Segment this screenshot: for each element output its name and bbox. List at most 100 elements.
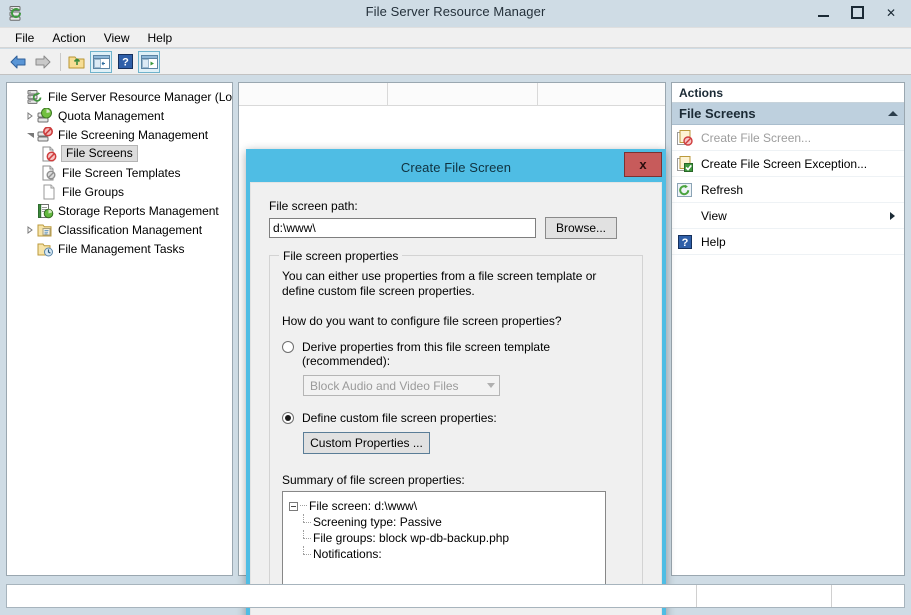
- tree-item-label: File Management Tasks: [58, 242, 185, 256]
- radio-derive-label: Derive properties from this file screen …: [302, 340, 630, 368]
- summary-child-label: Screening type: Passive: [313, 515, 442, 529]
- action-label: Create File Screen...: [701, 131, 811, 145]
- window-title: File Server Resource Manager: [0, 4, 911, 19]
- action-create-file-screen-exception[interactable]: Create File Screen Exception...: [672, 151, 904, 177]
- radio-derive-from-template[interactable]: [282, 341, 294, 353]
- menu-view[interactable]: View: [95, 29, 139, 47]
- expander-collapsed-icon[interactable]: [23, 106, 37, 125]
- chevron-down-icon: [487, 383, 495, 388]
- window-controls: ✕: [806, 1, 908, 24]
- action-help[interactable]: ? Help: [672, 229, 904, 255]
- file-screen-path-row: Browse...: [269, 217, 643, 239]
- file-screen-path-input[interactable]: [269, 218, 536, 238]
- dialog-title: Create File Screen: [401, 160, 511, 175]
- menu-help[interactable]: Help: [139, 29, 182, 47]
- summary-child-row: Notifications:: [289, 546, 605, 562]
- actions-group-file-screens[interactable]: File Screens: [672, 103, 904, 125]
- menubar: File Action View Help: [0, 27, 911, 48]
- help-icon[interactable]: ?: [114, 51, 136, 73]
- status-bar: [6, 584, 905, 608]
- tree-item-file-management-tasks[interactable]: File Management Tasks: [7, 239, 232, 258]
- minimize-button[interactable]: [806, 1, 840, 24]
- tree-item-quota-management[interactable]: Quota Management: [7, 106, 232, 125]
- groupbox-question: How do you want to configure file screen…: [282, 314, 630, 328]
- tree-item-file-screens[interactable]: File Screens: [7, 144, 232, 163]
- up-one-level-icon[interactable]: [66, 51, 88, 73]
- menu-file[interactable]: File: [6, 29, 43, 47]
- list-column-header-3[interactable]: [538, 83, 665, 105]
- storage-reports-icon: [37, 203, 54, 219]
- collapse-arrow-icon[interactable]: [888, 111, 898, 116]
- menu-action[interactable]: Action: [43, 29, 94, 47]
- browse-button[interactable]: Browse...: [545, 217, 617, 239]
- expander-collapsed-icon[interactable]: [23, 220, 37, 239]
- dialog-titlebar: Create File Screen x: [250, 153, 662, 182]
- file-screen-path-label: File screen path:: [269, 199, 643, 213]
- action-create-file-screen[interactable]: Create File Screen...: [672, 125, 904, 151]
- list-column-header[interactable]: [239, 83, 388, 105]
- file-server-resource-manager-window: File Server Resource Manager ✕ File Acti…: [0, 0, 911, 615]
- action-label: Refresh: [701, 183, 743, 197]
- show-hide-console-tree-icon[interactable]: [90, 51, 112, 73]
- summary-label: Summary of file screen properties:: [282, 473, 630, 487]
- summary-expander-icon[interactable]: [289, 502, 298, 511]
- summary-connector: [301, 514, 313, 530]
- file-screening-management-icon: [37, 127, 54, 143]
- radio-custom-label: Define custom file screen properties:: [302, 411, 497, 425]
- toolbar: ?: [0, 49, 911, 75]
- actions-pane: Actions File Screens Create File Screen.…: [671, 82, 905, 576]
- tree-item-storage-reports-management[interactable]: Storage Reports Management: [7, 201, 232, 220]
- expander-none: [13, 87, 27, 106]
- action-label: Help: [701, 235, 726, 249]
- status-segment-tertiary: [832, 585, 904, 607]
- forward-icon[interactable]: [31, 51, 53, 73]
- tree-item-file-screening-management[interactable]: File Screening Management: [7, 125, 232, 144]
- custom-properties-button[interactable]: Custom Properties ...: [303, 432, 430, 454]
- tree-item-label: File Screens: [61, 145, 138, 162]
- summary-connector: [300, 505, 307, 507]
- tree-item-file-server-resource-manager[interactable]: File Server Resource Manager (Local): [7, 87, 232, 106]
- help-icon: ?: [676, 234, 694, 250]
- create-file-screen-dialog: Create File Screen x File screen path: B…: [246, 149, 666, 615]
- list-column-header-2[interactable]: [388, 83, 537, 105]
- tree-item-label: File Groups: [62, 185, 124, 199]
- summary-connector: [301, 546, 313, 562]
- close-button[interactable]: ✕: [874, 1, 908, 24]
- dialog-body: File screen path: Browse... File screen …: [250, 182, 662, 615]
- radio-derive-row[interactable]: Derive properties from this file screen …: [282, 340, 630, 368]
- tree-item-label: Classification Management: [58, 223, 202, 237]
- file-screen-template-value: Block Audio and Video Files: [310, 379, 459, 393]
- server-manager-icon: [27, 89, 44, 105]
- maximize-button[interactable]: [840, 1, 874, 24]
- tree-item-file-groups[interactable]: File Groups: [7, 182, 232, 201]
- file-screen-template-dropdown[interactable]: Block Audio and Video Files: [303, 375, 500, 396]
- show-hide-action-pane-icon[interactable]: [138, 51, 160, 73]
- list-column-headers: [239, 83, 665, 106]
- radio-custom-row[interactable]: Define custom file screen properties:: [282, 411, 630, 425]
- summary-child-label: File groups: block wp-db-backup.php: [313, 531, 509, 545]
- dialog-close-button[interactable]: x: [624, 152, 662, 177]
- summary-child-label: Notifications:: [313, 547, 382, 561]
- action-label: Create File Screen Exception...: [701, 157, 867, 171]
- console-workarea: File Server Resource Manager (Local): [0, 76, 911, 581]
- tree-item-file-screen-templates[interactable]: File Screen Templates: [7, 163, 232, 182]
- console-tree-pane: File Server Resource Manager (Local): [6, 82, 233, 576]
- back-icon[interactable]: [7, 51, 29, 73]
- groupbox-legend: File screen properties: [279, 249, 402, 263]
- refresh-icon: [676, 182, 694, 198]
- action-view[interactable]: View: [672, 203, 904, 229]
- action-refresh[interactable]: Refresh: [672, 177, 904, 203]
- window-titlebar: File Server Resource Manager ✕: [0, 0, 911, 27]
- expander-expanded-icon[interactable]: [23, 125, 37, 144]
- tree-item-label: File Screening Management: [58, 128, 208, 142]
- summary-child-row: Screening type: Passive: [289, 514, 605, 530]
- radio-define-custom-properties[interactable]: [282, 412, 294, 424]
- file-groups-icon: [41, 184, 58, 200]
- tree-item-classification-management[interactable]: Classification Management: [7, 220, 232, 239]
- file-screen-properties-groupbox: File screen properties You can either us…: [269, 255, 643, 607]
- quota-management-icon: [37, 108, 54, 124]
- action-label: View: [701, 209, 727, 223]
- summary-tree[interactable]: File screen: d:\www\ Screening type: Pas…: [282, 491, 606, 592]
- summary-root-row[interactable]: File screen: d:\www\: [289, 498, 605, 514]
- file-screen-templates-icon: [41, 165, 58, 181]
